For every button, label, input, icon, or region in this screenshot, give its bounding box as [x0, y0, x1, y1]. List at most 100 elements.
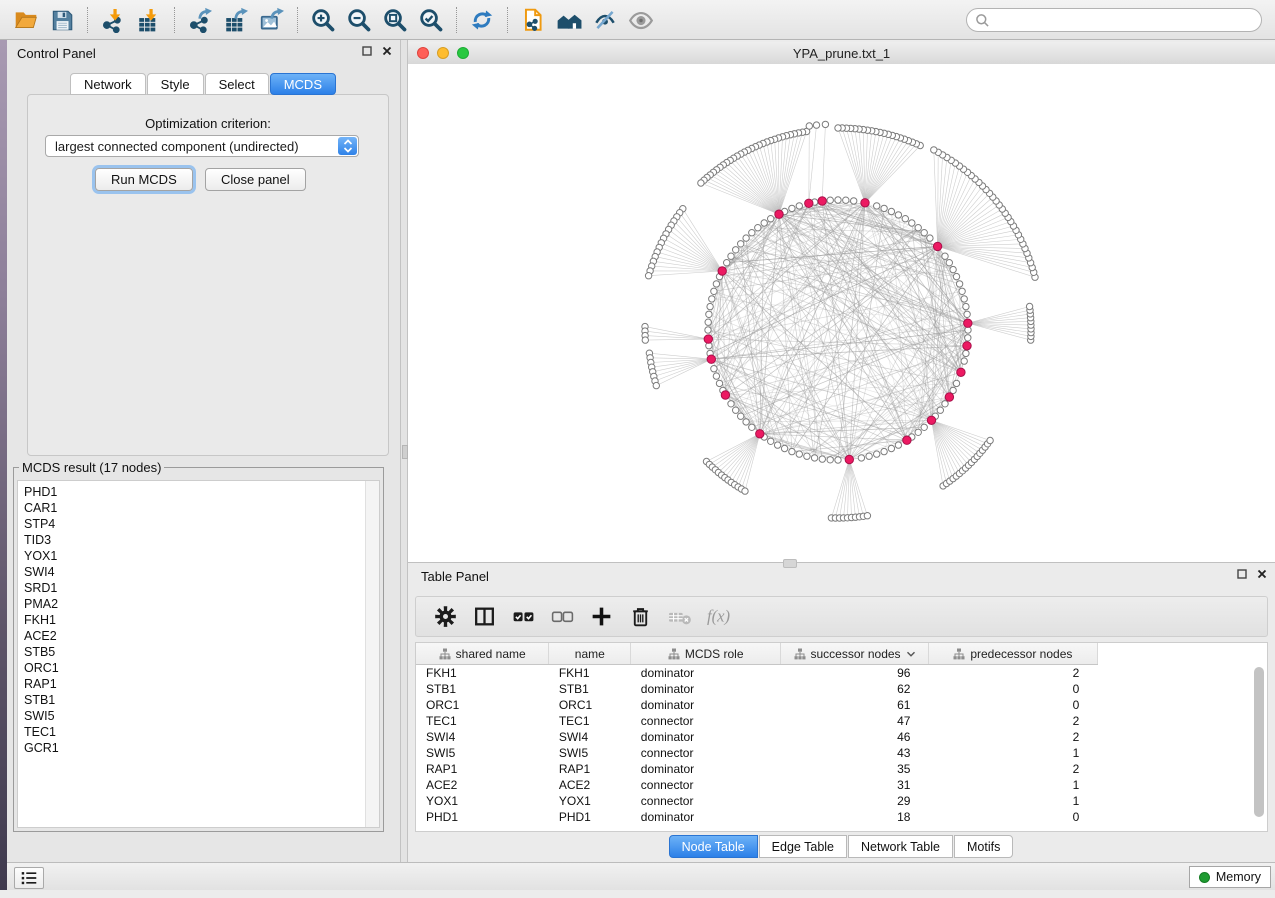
maximize-window-button[interactable]	[457, 47, 469, 59]
mcds-result-item[interactable]: SWI5	[18, 708, 379, 724]
cell[interactable]: 0	[928, 681, 1097, 697]
show-details-button[interactable]	[623, 4, 659, 36]
cell[interactable]: 1	[928, 777, 1097, 793]
mcds-result-item[interactable]: CAR1	[18, 500, 379, 516]
cell[interactable]: 62	[781, 681, 929, 697]
table-row[interactable]: FKH1FKH1dominator962	[416, 665, 1267, 682]
cell[interactable]: YOX1	[416, 793, 549, 809]
column-header-shared-name[interactable]: shared name	[416, 643, 549, 665]
cell[interactable]: dominator	[631, 681, 781, 697]
tab-mcds[interactable]: MCDS	[270, 73, 336, 95]
cell[interactable]: ORC1	[549, 697, 631, 713]
run-mcds-button[interactable]: Run MCDS	[95, 168, 193, 191]
close-table-panel-icon[interactable]	[1257, 569, 1267, 579]
minimize-window-button[interactable]	[437, 47, 449, 59]
cell[interactable]: dominator	[631, 809, 781, 825]
table-row[interactable]: PHD1PHD1dominator180	[416, 809, 1267, 825]
select-all-button[interactable]	[504, 600, 543, 633]
search-box[interactable]	[966, 8, 1262, 32]
cell[interactable]: 2	[928, 713, 1097, 729]
table-row[interactable]: TEC1TEC1connector472	[416, 713, 1267, 729]
network-file-button[interactable]	[515, 4, 551, 36]
float-table-panel-icon[interactable]	[1237, 569, 1247, 579]
save-session-button[interactable]	[44, 4, 80, 36]
column-header-MCDS-role[interactable]: MCDS role	[631, 643, 781, 665]
cell[interactable]: connector	[631, 713, 781, 729]
add-row-button[interactable]	[582, 600, 621, 633]
mcds-result-item[interactable]: ACE2	[18, 628, 379, 644]
deselect-all-button[interactable]	[543, 600, 582, 633]
import-table-button[interactable]	[131, 4, 167, 36]
cell[interactable]: 2	[928, 761, 1097, 777]
cell[interactable]: TEC1	[549, 713, 631, 729]
tab-motifs[interactable]: Motifs	[954, 835, 1013, 858]
task-history-button[interactable]	[14, 867, 44, 889]
cell[interactable]: ACE2	[549, 777, 631, 793]
mcds-result-item[interactable]: RAP1	[18, 676, 379, 692]
table-row[interactable]: SWI5SWI5connector431	[416, 745, 1267, 761]
zoom-selected-button[interactable]	[413, 4, 449, 36]
mcds-result-item[interactable]: YOX1	[18, 548, 379, 564]
cell[interactable]: dominator	[631, 761, 781, 777]
float-panel-icon[interactable]	[362, 46, 372, 56]
cell[interactable]: connector	[631, 745, 781, 761]
column-header-name[interactable]: name	[549, 643, 631, 665]
cell[interactable]: SWI5	[416, 745, 549, 761]
mcds-result-item[interactable]: STB5	[18, 644, 379, 660]
cell[interactable]: ACE2	[416, 777, 549, 793]
cell[interactable]: 61	[781, 697, 929, 713]
tab-style[interactable]: Style	[147, 73, 204, 95]
cell[interactable]: dominator	[631, 665, 781, 682]
mcds-result-item[interactable]: STP4	[18, 516, 379, 532]
mcds-result-item[interactable]: PHD1	[18, 484, 379, 500]
mcds-result-item[interactable]: STB1	[18, 692, 379, 708]
export-image-button[interactable]	[254, 4, 290, 36]
mcds-result-item[interactable]: PMA2	[18, 596, 379, 612]
cell[interactable]: 46	[781, 729, 929, 745]
cell[interactable]: RAP1	[416, 761, 549, 777]
search-input[interactable]	[990, 12, 1234, 28]
column-header-successor-nodes[interactable]: successor nodes	[781, 643, 929, 665]
cell[interactable]: SWI5	[549, 745, 631, 761]
home-button[interactable]	[551, 4, 587, 36]
refresh-button[interactable]	[464, 4, 500, 36]
zoom-fit-button[interactable]	[377, 4, 413, 36]
network-canvas[interactable]	[408, 64, 1275, 562]
cell[interactable]: connector	[631, 793, 781, 809]
tab-node-table[interactable]: Node Table	[669, 835, 758, 858]
cell[interactable]: 0	[928, 697, 1097, 713]
mcds-result-item[interactable]: FKH1	[18, 612, 379, 628]
close-panel-icon[interactable]	[382, 46, 392, 56]
cell[interactable]: RAP1	[549, 761, 631, 777]
tab-select[interactable]: Select	[205, 73, 269, 95]
export-table-button[interactable]	[218, 4, 254, 36]
cell[interactable]: 29	[781, 793, 929, 809]
tab-edge-table[interactable]: Edge Table	[759, 835, 847, 858]
cell[interactable]: connector	[631, 777, 781, 793]
mcds-result-item[interactable]: TEC1	[18, 724, 379, 740]
hide-annotations-button[interactable]	[587, 4, 623, 36]
table-row[interactable]: STB1STB1dominator620	[416, 681, 1267, 697]
cell[interactable]: 1	[928, 793, 1097, 809]
cell[interactable]: YOX1	[549, 793, 631, 809]
zoom-out-button[interactable]	[341, 4, 377, 36]
cell[interactable]: 1	[928, 745, 1097, 761]
zoom-in-button[interactable]	[305, 4, 341, 36]
close-window-button[interactable]	[417, 47, 429, 59]
cell[interactable]: 2	[928, 729, 1097, 745]
delete-row-button[interactable]	[621, 600, 660, 633]
tab-network[interactable]: Network	[70, 73, 146, 95]
cell[interactable]: 31	[781, 777, 929, 793]
mcds-list-scrollbar[interactable]	[365, 481, 379, 827]
cell[interactable]: 0	[928, 809, 1097, 825]
memory-button[interactable]: Memory	[1189, 866, 1271, 888]
column-layout-button[interactable]	[465, 600, 504, 633]
cell[interactable]: dominator	[631, 697, 781, 713]
mcds-result-item[interactable]: SRD1	[18, 580, 379, 596]
mcds-result-item[interactable]: GCR1	[18, 740, 379, 756]
cell[interactable]: FKH1	[416, 665, 549, 682]
close-panel-button[interactable]: Close panel	[205, 168, 306, 191]
cell[interactable]: 18	[781, 809, 929, 825]
mcds-result-item[interactable]: TID3	[18, 532, 379, 548]
table-row[interactable]: ORC1ORC1dominator610	[416, 697, 1267, 713]
